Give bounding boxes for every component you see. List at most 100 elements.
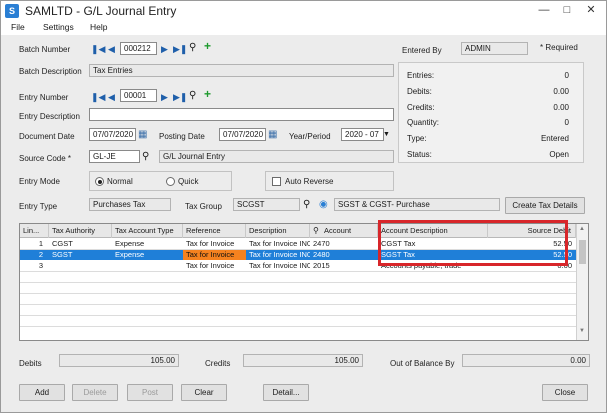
minimize-icon[interactable]: — [535, 2, 553, 18]
row-tax-authority [49, 261, 112, 271]
out-of-balance-label: Out of Balance By [390, 359, 455, 368]
row-tax-account-type: Expense [115, 239, 145, 248]
auto-reverse-checkbox[interactable] [272, 177, 281, 186]
type-label: Type: [407, 134, 427, 143]
col-account[interactable]: Account [310, 224, 378, 238]
calendar-icon[interactable]: ▦ [138, 129, 147, 141]
last-batch-icon[interactable]: ▶❚ [173, 43, 187, 55]
type-value: Entered [540, 134, 569, 143]
row-tax-account-type: Expense [115, 250, 145, 259]
credits-info-value: 0.00 [553, 103, 569, 112]
posting-date-label: Posting Date [159, 132, 205, 141]
document-date-field[interactable]: 07/07/2020 [89, 128, 136, 141]
scroll-down-icon[interactable]: ▼ [579, 328, 585, 334]
add-entry-icon[interactable]: + [204, 88, 211, 100]
first-batch-icon[interactable]: ❚◀ [91, 43, 105, 55]
col-line[interactable]: Lin... [20, 224, 49, 238]
clear-button[interactable]: Clear [181, 384, 227, 401]
entry-mode-label: Entry Mode [19, 177, 60, 186]
out-of-balance-value: 0.00 [462, 354, 590, 367]
debits-label: Debits [19, 359, 42, 368]
menu-bar: File Settings Help [1, 21, 606, 35]
grid-divider [20, 315, 576, 316]
row-line: 3 [38, 261, 43, 270]
grid-divider [20, 293, 576, 294]
row-line: 1 [38, 239, 43, 248]
entries-value: 0 [564, 71, 569, 80]
close-button[interactable]: Close [542, 384, 588, 401]
row-description: Tax for Invoice IN02 [249, 250, 310, 259]
last-entry-icon[interactable]: ▶❚ [173, 91, 187, 103]
status-value: Open [549, 150, 569, 159]
batch-number-field[interactable]: 000212 [120, 42, 157, 55]
chevron-down-icon[interactable]: ▼ [383, 129, 390, 141]
highlight-box [378, 220, 568, 266]
auto-reverse-label: Auto Reverse [285, 177, 334, 186]
col-description[interactable]: Description [246, 224, 310, 238]
credits-info-label: Credits: [407, 103, 435, 112]
debits-info-value: 0.00 [553, 87, 569, 96]
grid-scrollbar[interactable]: ▲ ▼ [576, 224, 588, 340]
col-tax-authority[interactable]: Tax Authority [49, 224, 112, 238]
add-batch-icon[interactable]: + [204, 40, 211, 52]
search-entry-icon[interactable]: ⚲ [189, 90, 196, 102]
account-search-icon[interactable]: ⚲ [313, 225, 319, 237]
posting-date-field[interactable]: 07/07/2020 [219, 128, 266, 141]
batch-description-label: Batch Description [19, 67, 82, 76]
year-period-field[interactable]: 2020 - 07 [341, 128, 384, 141]
entry-type-label: Entry Type [19, 202, 58, 211]
required-note: * Required [540, 43, 578, 52]
batch-number-label: Batch Number [19, 45, 71, 54]
entry-description-label: Entry Description [19, 112, 80, 121]
grid-divider [20, 326, 576, 327]
close-window-icon[interactable]: ✕ [582, 2, 600, 18]
row-description: Tax for Invoice IN02 [249, 261, 310, 270]
debits-info-label: Debits: [407, 87, 432, 96]
debits-total: 105.00 [59, 354, 179, 367]
row-tax-authority: CGST [52, 239, 73, 248]
next-batch-icon[interactable]: ▶ [161, 43, 168, 55]
create-tax-details-button[interactable]: Create Tax Details [505, 197, 585, 214]
entry-type-field: Purchases Tax [89, 198, 171, 211]
row-description: Tax for Invoice IN02 [249, 239, 310, 248]
gl-journal-entry-window: S SAMLTD - G/L Journal Entry — □ ✕ File … [0, 0, 607, 413]
scrollbar-thumb[interactable] [579, 240, 586, 264]
app-icon: S [5, 4, 19, 18]
credits-label: Credits [205, 359, 231, 368]
detail-button[interactable]: Detail... [263, 384, 309, 401]
mode-quick-radio[interactable] [166, 177, 175, 186]
row-account: 2015 [313, 261, 330, 270]
add-button[interactable]: Add [19, 384, 65, 401]
entry-mode-group: Normal Quick [89, 171, 232, 191]
maximize-icon[interactable]: □ [558, 2, 576, 18]
row-reference[interactable]: Tax for Invoice [183, 250, 246, 260]
search-icon[interactable]: ⚲ [189, 42, 196, 54]
quantity-value: 0 [564, 118, 569, 127]
source-code-field[interactable]: GL-JE [89, 150, 140, 163]
mode-normal-label: Normal [107, 177, 133, 186]
menu-settings[interactable]: Settings [43, 22, 74, 32]
entry-number-field[interactable]: 00001 [120, 89, 157, 102]
mode-normal-radio[interactable] [95, 177, 104, 186]
col-reference[interactable]: Reference [183, 224, 246, 238]
scroll-up-icon[interactable]: ▲ [579, 226, 585, 232]
source-code-label: Source Code * [19, 154, 72, 163]
post-button[interactable]: Post [127, 384, 173, 401]
row-reference: Tax for Invoice [186, 239, 235, 248]
tax-group-label: Tax Group [185, 202, 222, 211]
delete-button[interactable]: Delete [72, 384, 118, 401]
next-entry-icon[interactable]: ▶ [161, 91, 168, 103]
year-period-label: Year/Period [289, 132, 331, 141]
first-entry-icon[interactable]: ❚◀ [91, 91, 105, 103]
prev-batch-icon[interactable]: ◀ [108, 43, 115, 55]
tax-group-info-icon[interactable]: ◉ [319, 199, 328, 211]
entry-description-field[interactable] [89, 108, 394, 121]
search-tax-group-icon[interactable]: ⚲ [303, 199, 310, 211]
menu-help[interactable]: Help [90, 22, 107, 32]
menu-file[interactable]: File [11, 22, 25, 32]
credits-total: 105.00 [243, 354, 363, 367]
prev-entry-icon[interactable]: ◀ [108, 91, 115, 103]
search-source-icon[interactable]: ⚲ [142, 151, 149, 163]
posting-calendar-icon[interactable]: ▦ [268, 129, 277, 141]
col-tax-account-type[interactable]: Tax Account Type [112, 224, 183, 238]
